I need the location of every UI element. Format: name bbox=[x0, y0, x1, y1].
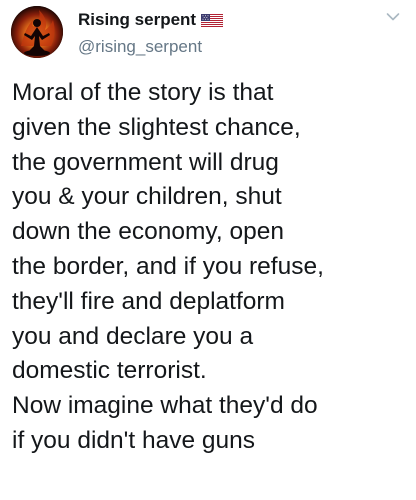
tweet-text-line: you and declare you a bbox=[12, 322, 254, 350]
avatar[interactable] bbox=[11, 6, 63, 58]
tweet-text: Moral of the story is that given the sli… bbox=[12, 76, 408, 459]
chevron-down-icon[interactable] bbox=[386, 12, 400, 22]
tweet-text-line: Moral of the story is that bbox=[12, 79, 274, 106]
display-name-row: Rising serpent bbox=[78, 9, 224, 31]
tweet-text-line: the border, and if you refuse, bbox=[12, 252, 324, 280]
flaming-figure-avatar-icon bbox=[11, 6, 63, 58]
display-name[interactable]: Rising serpent bbox=[78, 10, 196, 30]
tweet-text-line: if you didn't have guns bbox=[12, 426, 256, 454]
tweet-text-line: they'll fire and deplatform bbox=[12, 287, 285, 315]
us-flag-icon bbox=[201, 13, 224, 27]
tweet-card: Rising serpent @rising_serpent Moral of … bbox=[0, 0, 416, 500]
tweet-text-line: domestic terrorist. bbox=[12, 357, 207, 385]
author-names: Rising serpent @rising_serpent bbox=[78, 9, 224, 57]
tweet-text-line: Now imagine what they'd do bbox=[12, 392, 318, 420]
tweet-header: Rising serpent @rising_serpent bbox=[0, 0, 416, 70]
tweet-text-line: given the slightest chance, bbox=[12, 113, 301, 141]
tweet-text-line: the government will drug bbox=[12, 148, 279, 176]
tweet-text-line: you & your children, shut bbox=[12, 183, 282, 211]
handle[interactable]: @rising_serpent bbox=[78, 37, 223, 57]
tweet-text-line: down the economy, open bbox=[12, 218, 284, 246]
